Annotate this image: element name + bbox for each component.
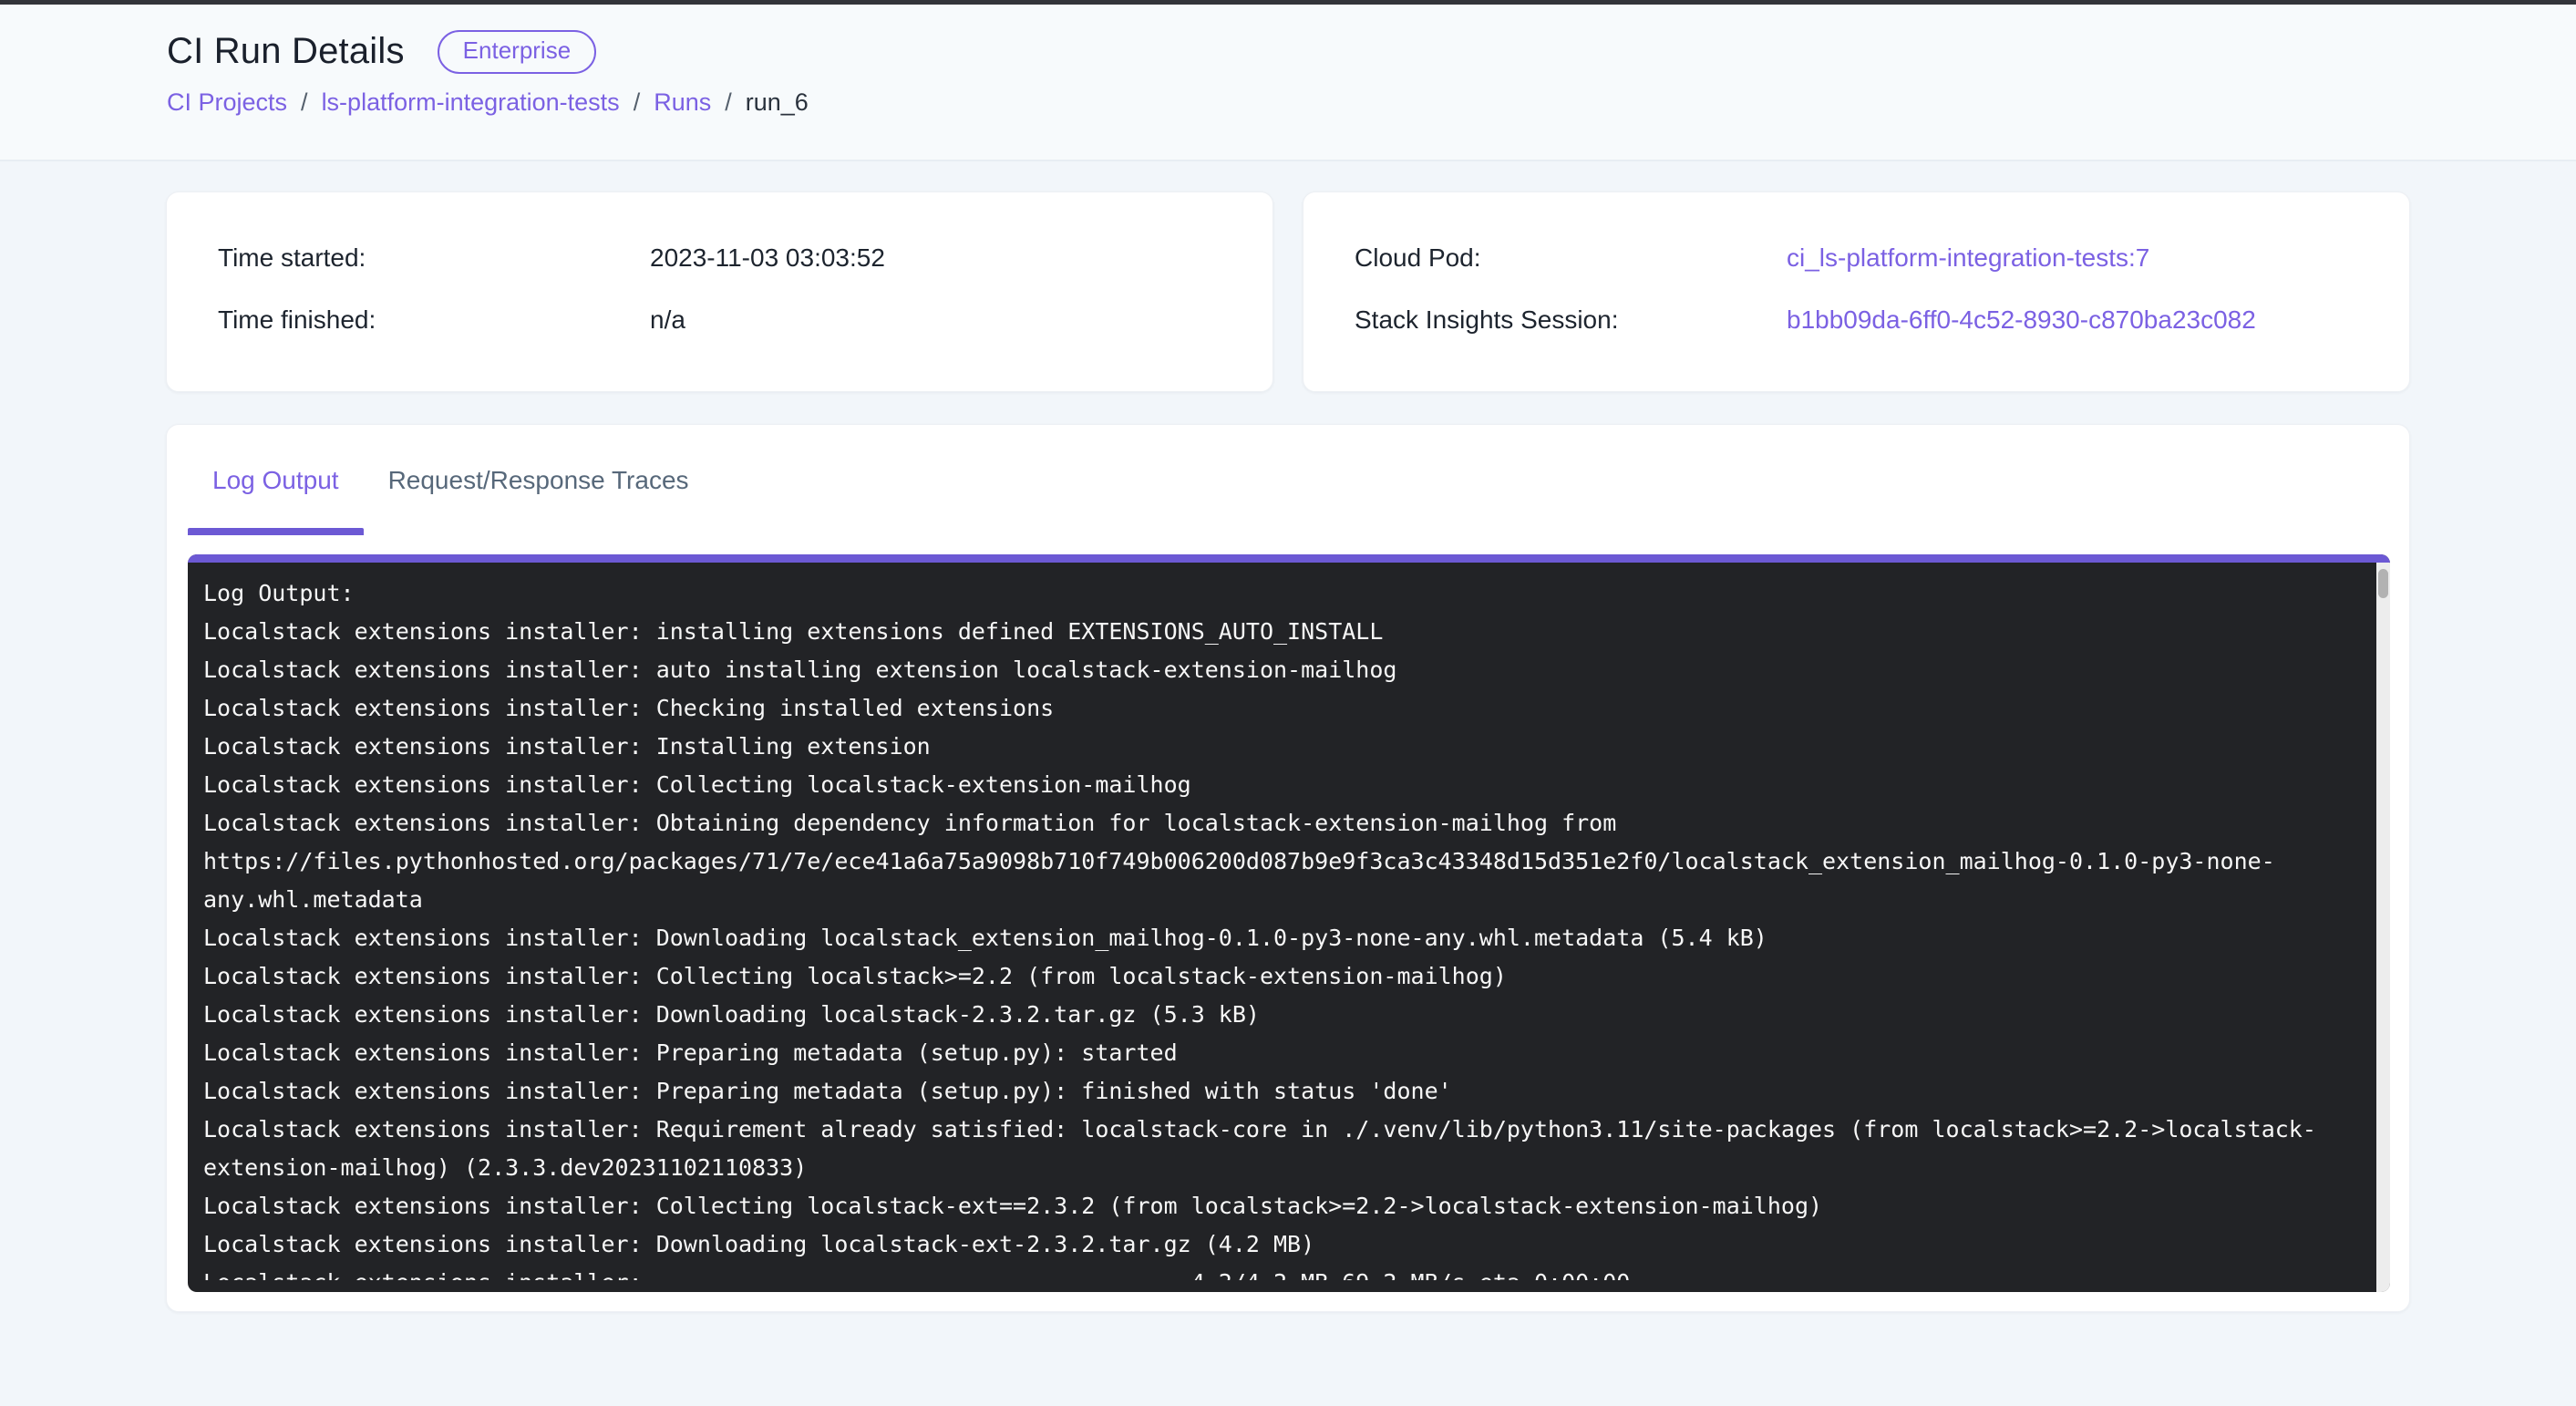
time-finished-label: Time finished: [218, 304, 650, 336]
log-line: Localstack extensions installer: Downloa… [203, 996, 2372, 1034]
enterprise-badge: Enterprise [438, 30, 597, 74]
stack-insights-row: Stack Insights Session: b1bb09da-6ff0-4c… [1355, 304, 2358, 336]
terminal-scrollbar[interactable] [2376, 563, 2390, 1292]
time-started-label: Time started: [218, 242, 650, 274]
log-line: Localstack extensions installer: Collect… [203, 1187, 2372, 1225]
log-line: Localstack extensions installer: Prepari… [203, 1034, 2372, 1072]
time-started-row: Time started: 2023-11-03 03:03:52 [218, 242, 1221, 274]
breadcrumb-separator: / [725, 88, 732, 117]
log-line: Localstack extensions installer: Downloa… [203, 919, 2372, 957]
title-row: CI Run Details Enterprise [167, 30, 2410, 74]
cloud-pod-link[interactable]: ci_ls-platform-integration-tests:7 [1787, 242, 2149, 274]
log-line: Localstack extensions installer: Checkin… [203, 689, 2372, 728]
log-line: Localstack extensions installer: Downloa… [203, 1225, 2372, 1264]
log-line: https://files.pythonhosted.org/packages/… [203, 843, 2372, 881]
run-times-card: Time started: 2023-11-03 03:03:52 Time f… [166, 191, 1273, 392]
breadcrumb-separator: / [634, 88, 641, 117]
log-output-text: Log Output:Localstack extensions install… [188, 563, 2390, 1280]
ci-run-details-page: CI Run Details Enterprise CI Projects / … [0, 0, 2576, 1406]
log-line: Localstack extensions installer: Obtaini… [203, 804, 2372, 843]
breadcrumb-runs[interactable]: Runs [654, 88, 711, 117]
log-line: Localstack extensions installer: Collect… [203, 766, 2372, 804]
page-title: CI Run Details [167, 31, 405, 72]
cloud-pod-row: Cloud Pod: ci_ls-platform-integration-te… [1355, 242, 2358, 274]
log-line: Localstack extensions installer: install… [203, 613, 2372, 651]
breadcrumb-separator: / [301, 88, 308, 117]
stack-insights-session-link[interactable]: b1bb09da-6ff0-4c52-8930-c870ba23c082 [1787, 304, 2256, 336]
tab-request-response-traces[interactable]: Request/Response Traces [364, 425, 714, 535]
main-content: Time started: 2023-11-03 03:03:52 Time f… [0, 161, 2576, 1312]
log-line: Localstack extensions installer: Prepari… [203, 1072, 2372, 1111]
time-finished-value: n/a [650, 304, 685, 336]
breadcrumb-ci-projects[interactable]: CI Projects [167, 88, 287, 117]
time-finished-row: Time finished: n/a [218, 304, 1221, 336]
terminal-accent-bar [188, 554, 2390, 563]
breadcrumb-current-run: run_6 [746, 88, 809, 117]
run-meta-card: Cloud Pod: ci_ls-platform-integration-te… [1303, 191, 2410, 392]
breadcrumb: CI Projects / ls-platform-integration-te… [167, 88, 2410, 117]
time-started-value: 2023-11-03 03:03:52 [650, 242, 885, 274]
breadcrumb-project[interactable]: ls-platform-integration-tests [322, 88, 620, 117]
log-line: Log Output: [203, 574, 2372, 613]
log-line: Localstack extensions installer: Install… [203, 728, 2372, 766]
log-line: Localstack extensions installer: Require… [203, 1111, 2372, 1149]
stack-insights-label: Stack Insights Session: [1355, 304, 1787, 336]
log-line: Localstack extensions installer: auto in… [203, 651, 2372, 689]
log-line: extension-mailhog) (2.3.3.dev20231102110… [203, 1149, 2372, 1187]
log-line: Localstack extensions installer: ━━━━━━━… [203, 1264, 2372, 1280]
log-card: Log Output Request/Response Traces Log O… [166, 424, 2410, 1312]
log-line: Localstack extensions installer: Collect… [203, 957, 2372, 996]
tabs-bar: Log Output Request/Response Traces [167, 425, 2409, 535]
log-output-terminal: Log Output:Localstack extensions install… [188, 554, 2390, 1292]
cloud-pod-label: Cloud Pod: [1355, 242, 1787, 274]
page-header: CI Run Details Enterprise CI Projects / … [0, 5, 2576, 161]
summary-cards-row: Time started: 2023-11-03 03:03:52 Time f… [166, 191, 2410, 392]
tab-log-output[interactable]: Log Output [188, 425, 364, 535]
log-line: any.whl.metadata [203, 881, 2372, 919]
terminal-scrollbar-thumb[interactable] [2378, 569, 2388, 598]
